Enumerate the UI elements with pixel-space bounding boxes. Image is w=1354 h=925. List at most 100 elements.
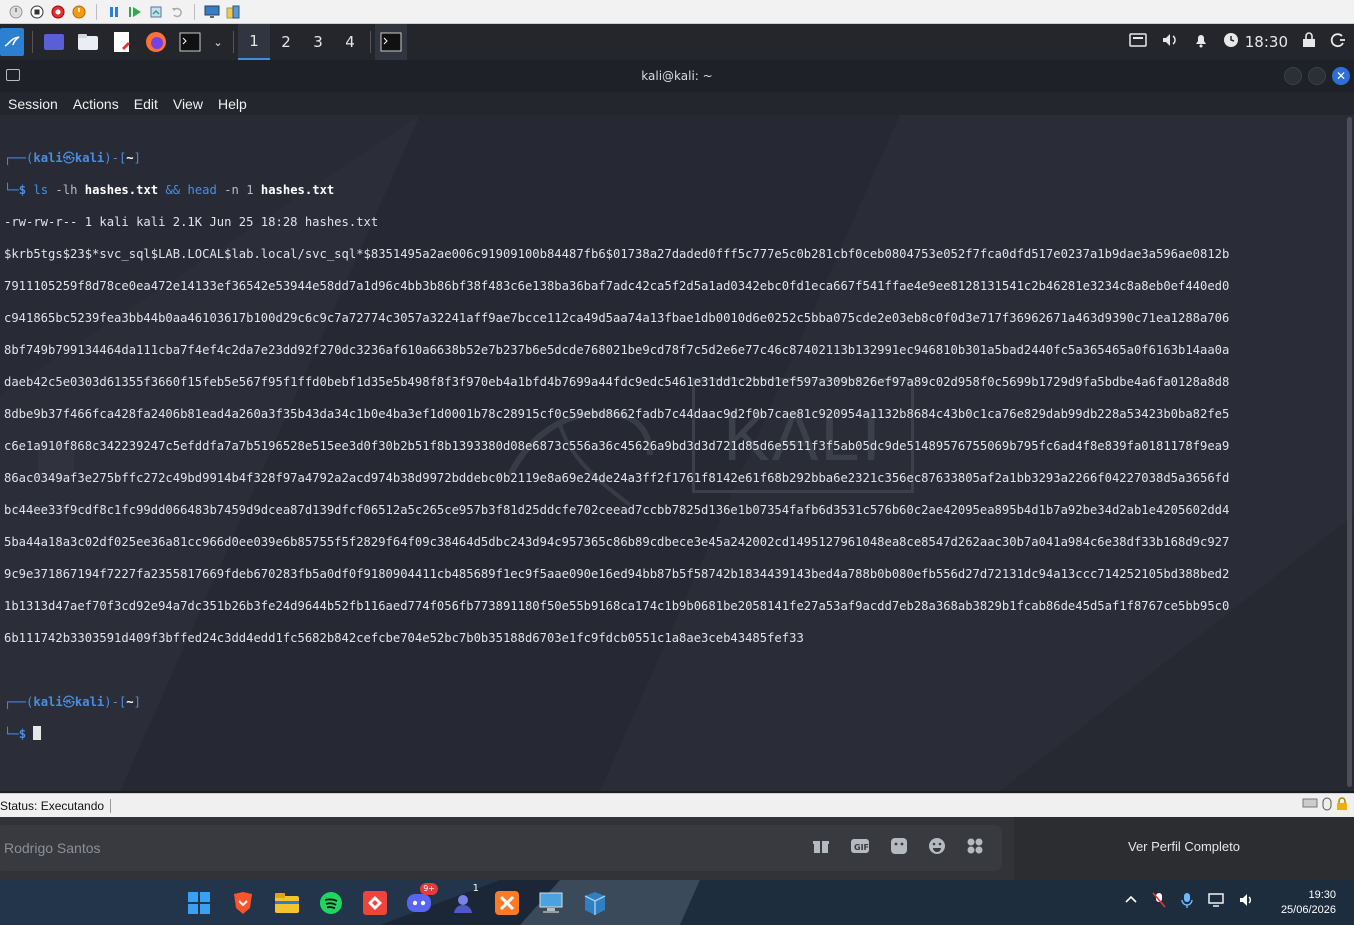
- discord-icon[interactable]: 9+: [404, 883, 438, 918]
- network-icon[interactable]: [1208, 892, 1224, 912]
- close-button[interactable]: ✕: [1332, 67, 1350, 85]
- hash-line: 86ac0349af3e275bffc272c49bd9914b4f328f97…: [4, 471, 1230, 485]
- message-input[interactable]: Rodrigo Santos GIF: [0, 825, 1002, 871]
- svg-text:GIF: GIF: [854, 843, 869, 852]
- virtualbox-icon[interactable]: [580, 888, 610, 918]
- text-cursor: [33, 726, 42, 740]
- display-icon[interactable]: [204, 4, 220, 20]
- file-explorer-icon[interactable]: [272, 888, 302, 918]
- menu-session[interactable]: Session: [8, 96, 58, 112]
- power-icon[interactable]: [8, 4, 24, 20]
- undo-icon[interactable]: [169, 4, 185, 20]
- terminal-scrollbar[interactable]: [1347, 117, 1352, 787]
- hash-line: daeb42c5e0303d61355f3660f15feb5e567f95f1…: [4, 375, 1230, 389]
- terminal-titlebar[interactable]: kali@kali: ~ ✕: [0, 60, 1354, 92]
- menu-edit[interactable]: Edit: [134, 96, 158, 112]
- mic-muted-icon[interactable]: [1152, 892, 1166, 912]
- terminal-output[interactable]: KALI shared-drives ┌──(kali㉿kali)-[~] └─…: [0, 115, 1354, 791]
- hash-line: $krb5tgs$23$*svc_sql$LAB.LOCAL$lab.local…: [4, 247, 1230, 261]
- chevron-up-icon[interactable]: [1124, 892, 1138, 912]
- firefox-icon[interactable]: [143, 29, 169, 55]
- discord-chat-area: Rodrigo Santos GIF: [0, 817, 1014, 880]
- close-icon: ✕: [1335, 69, 1347, 83]
- hash-line: c941865bc5239fea3bb44b0aa46103617b100d29…: [4, 311, 1230, 325]
- windows-taskbar: 9+ 1 19:30 25/06/2026: [0, 880, 1354, 925]
- lock-icon[interactable]: [1302, 32, 1316, 52]
- settings-icon[interactable]: [225, 4, 241, 20]
- play-icon[interactable]: [127, 4, 143, 20]
- workspace-1[interactable]: 1: [238, 24, 270, 60]
- gift-icon[interactable]: [812, 837, 830, 860]
- menu-view[interactable]: View: [173, 96, 203, 112]
- kali-menu-icon[interactable]: [0, 28, 24, 56]
- vm-status-text: Status: Executando: [0, 798, 112, 813]
- anydesk-icon[interactable]: [360, 888, 390, 918]
- hash-line: 8bf749b799134464da111cba7f4ef4c2da7e23dd…: [4, 343, 1230, 357]
- panel-divider: [32, 31, 33, 53]
- speaker-icon[interactable]: [1238, 892, 1254, 912]
- menu-actions[interactable]: Actions: [73, 96, 119, 112]
- brave-icon[interactable]: [228, 888, 258, 918]
- volume-icon[interactable]: [1161, 32, 1179, 52]
- reset-icon[interactable]: [50, 4, 66, 20]
- terminal-text: ┌──(kali㉿kali)-[~] └─$ ls -lh hashes.txt…: [4, 134, 1344, 774]
- logout-icon[interactable]: [1330, 32, 1346, 52]
- snapshot-icon[interactable]: [148, 4, 164, 20]
- terminal-menubar: Session Actions Edit View Help: [0, 92, 1354, 115]
- terminal-window-task[interactable]: [375, 24, 407, 60]
- keyboard-icon[interactable]: [1129, 32, 1147, 52]
- minimize-button[interactable]: [1284, 67, 1302, 85]
- shutdown-icon[interactable]: [71, 4, 87, 20]
- workspace-3[interactable]: 3: [302, 24, 334, 60]
- apps-icon[interactable]: [966, 837, 984, 860]
- panel-divider: [370, 31, 371, 53]
- file-manager-icon[interactable]: [75, 29, 101, 55]
- kali-top-panel: ⌄ 1 2 3 4 18:30: [0, 24, 1354, 60]
- vbox-status-bar: Status: Executando: [0, 793, 1354, 817]
- window-title: kali@kali: ~: [641, 69, 713, 83]
- xampp-icon[interactable]: [492, 888, 522, 918]
- teams-icon[interactable]: 1: [448, 883, 479, 918]
- notification-bell-icon[interactable]: [1193, 32, 1209, 52]
- hash-line: 1b1313d47aef70f3cd92e94a7dc351b26b3fe24d…: [4, 599, 1230, 613]
- panel-divider: [233, 31, 234, 53]
- hash-line: bc44ee33f9cdf8c1fc99dd066483b7459d9dcea8…: [4, 503, 1230, 517]
- menu-help[interactable]: Help: [218, 96, 247, 112]
- toolbar-divider: [194, 3, 195, 20]
- hash-line: 9c9e371867194f7227fa2355817669fdeb670283…: [4, 567, 1230, 581]
- panel-clock[interactable]: 18:30: [1245, 33, 1288, 51]
- taskbar-time: 19:30: [1308, 889, 1336, 901]
- remote-desktop-icon[interactable]: [536, 888, 566, 918]
- workspace-2[interactable]: 2: [270, 24, 302, 60]
- toolbar-divider: [96, 3, 97, 20]
- chevron-down-icon[interactable]: ⌄: [211, 29, 225, 55]
- mouse-icon[interactable]: [1322, 797, 1332, 814]
- maximize-button[interactable]: [1308, 67, 1326, 85]
- hash-line: 5ba44a18a3c02df025ee36a81cc966d0ee039e6b…: [4, 535, 1230, 549]
- lock-icon[interactable]: [1336, 797, 1348, 814]
- command-line: └─$: [4, 726, 1344, 742]
- hash-line: 7911105259f8d78ce0ea472e14133ef36542e539…: [4, 279, 1230, 293]
- desktop-icon[interactable]: [41, 29, 67, 55]
- windows-start-icon[interactable]: [184, 888, 214, 918]
- spotify-icon[interactable]: [316, 888, 346, 918]
- text-editor-icon[interactable]: [109, 29, 135, 55]
- terminal-launcher-icon[interactable]: [177, 29, 203, 55]
- taskbar-clock[interactable]: 19:30 25/06/2026: [1281, 888, 1336, 918]
- teams-notification-badge: 1: [472, 883, 479, 894]
- emoji-icon[interactable]: [928, 837, 946, 860]
- prompt-line: ┌──(kali㉿kali)-[~]: [4, 695, 141, 709]
- window-menu-icon[interactable]: [6, 69, 20, 81]
- keyboard-capture-icon[interactable]: [1302, 797, 1318, 814]
- hash-line: 6b111742b3303591d409f3bffed24c3dd4edd1fc…: [4, 631, 804, 645]
- hash-line: 8dbe9b37f466fca428fa2406b81ead4a260a3f35…: [4, 407, 1230, 421]
- sticker-icon[interactable]: [890, 837, 908, 860]
- stop-icon[interactable]: [29, 4, 45, 20]
- workspace-4[interactable]: 4: [334, 24, 366, 60]
- view-full-profile-button[interactable]: Ver Perfil Completo: [1014, 839, 1354, 854]
- taskbar-date: 25/06/2026: [1280, 904, 1336, 916]
- gif-icon[interactable]: GIF: [850, 838, 870, 859]
- pause-icon[interactable]: [106, 4, 122, 20]
- microphone-icon[interactable]: [1180, 892, 1194, 912]
- vbox-toolbar: [0, 0, 1354, 24]
